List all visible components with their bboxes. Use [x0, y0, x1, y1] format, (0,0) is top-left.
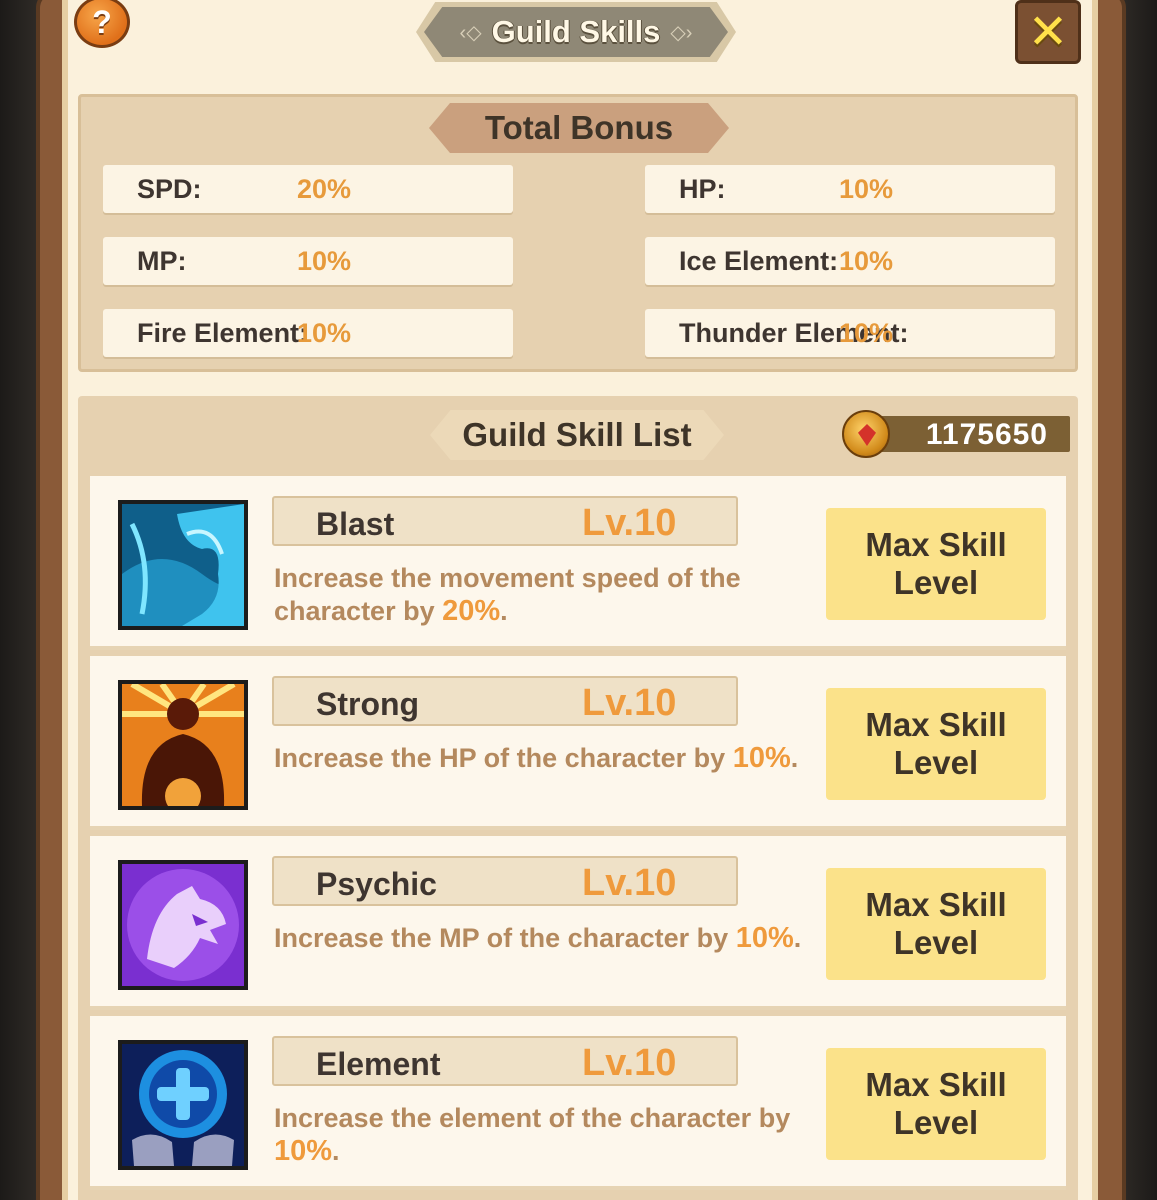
bonus-stat-hp: HP: 10% — [645, 165, 1055, 213]
skill-description: Increase the MP of the character by 10%. — [274, 922, 802, 954]
bonus-stat-thunder-element: Thunder Element: 10% — [645, 309, 1055, 357]
wolf-spirit-icon — [118, 860, 248, 990]
skill-bonus-value: 10% — [735, 922, 794, 954]
speed-silhouette-icon — [118, 500, 248, 630]
skill-name-bar: Blast Lv.10 — [272, 496, 738, 546]
title-decoration-left: ‹◇ — [459, 21, 482, 44]
bonus-stat-value: 10% — [839, 318, 894, 348]
bonus-stat-label: SPD: — [137, 174, 202, 204]
skill-name-bar: Element Lv.10 — [272, 1036, 738, 1086]
skill-name-bar: Strong Lv.10 — [272, 676, 738, 726]
bonus-stat-value: 10% — [297, 246, 352, 276]
element-orb-icon — [118, 1040, 248, 1170]
skill-bonus-value: 20% — [442, 595, 501, 627]
skill-name-bar: Psychic Lv.10 — [272, 856, 738, 906]
skill-name: Blast — [316, 506, 395, 542]
skill-level: Lv.10 — [582, 682, 677, 724]
title-banner: ‹◇ Guild Skills ◇› — [416, 2, 736, 62]
bonus-stat-label: Ice Element: — [679, 246, 839, 276]
bonus-stat-mp: MP: 10% — [103, 237, 513, 285]
bonus-stat-label: Fire Element: — [137, 318, 309, 348]
max-skill-level-button[interactable]: Max Skill Level — [826, 1048, 1046, 1160]
skill-card-strong: Strong Lv.10 Increase the HP of the char… — [90, 656, 1066, 830]
bonus-stat-value: 10% — [839, 246, 894, 276]
max-skill-level-button[interactable]: Max Skill Level — [826, 508, 1046, 620]
skill-bonus-value: 10% — [732, 742, 791, 774]
skill-name: Psychic — [316, 866, 437, 902]
skill-level: Lv.10 — [582, 502, 677, 544]
max-skill-level-button[interactable]: Max Skill Level — [826, 688, 1046, 800]
close-icon: ✕ — [1027, 6, 1069, 59]
skill-level: Lv.10 — [582, 862, 677, 904]
bonus-stat-ice-element: Ice Element: 10% — [645, 237, 1055, 285]
bonus-stat-fire-element: Fire Element: 10% — [103, 309, 513, 357]
bonus-stat-spd: SPD: 20% — [103, 165, 513, 213]
title-decoration-right: ◇› — [670, 21, 693, 44]
guild-skill-list-section: Guild Skill List 1175650 Blast Lv.10 Inc… — [78, 396, 1078, 1200]
bonus-stat-value: 10% — [297, 318, 352, 348]
skill-level: Lv.10 — [582, 1042, 677, 1084]
skill-description: Increase the movement speed of the chara… — [274, 563, 741, 627]
strength-figure-icon — [118, 680, 248, 810]
skill-name: Element — [316, 1046, 441, 1082]
total-bonus-section: Total Bonus SPD: 20% HP: 10% MP: 10% Ice… — [78, 94, 1078, 372]
skill-list-header: Guild Skill List — [430, 410, 724, 460]
total-bonus-title: Total Bonus — [484, 109, 674, 146]
bonus-stat-label: HP: — [679, 174, 726, 204]
skill-card-blast: Blast Lv.10 Increase the movement speed … — [90, 476, 1066, 650]
skill-bonus-value: 10% — [274, 1135, 333, 1167]
window-title: Guild Skills — [491, 14, 661, 49]
skill-list-title: Guild Skill List — [462, 416, 692, 453]
skill-name: Strong — [316, 686, 420, 722]
bonus-stat-value: 20% — [297, 174, 352, 204]
skill-card-psychic: Psychic Lv.10 Increase the MP of the cha… — [90, 836, 1066, 1010]
close-button[interactable]: ✕ — [1015, 0, 1081, 64]
skill-card-element: Element Lv.10 Increase the element of th… — [90, 1016, 1066, 1190]
guild-coin-icon — [842, 410, 890, 458]
skill-description: Increase the element of the character by… — [274, 1103, 791, 1167]
guild-currency-amount: 1175650 — [925, 418, 1048, 451]
skill-description: Increase the HP of the character by 10%. — [274, 742, 799, 774]
bonus-stat-value: 10% — [839, 174, 894, 204]
question-icon: ? — [92, 3, 112, 40]
total-bonus-header: Total Bonus — [429, 103, 729, 153]
max-skill-level-button[interactable]: Max Skill Level — [826, 868, 1046, 980]
bonus-stat-label: MP: — [137, 246, 187, 276]
